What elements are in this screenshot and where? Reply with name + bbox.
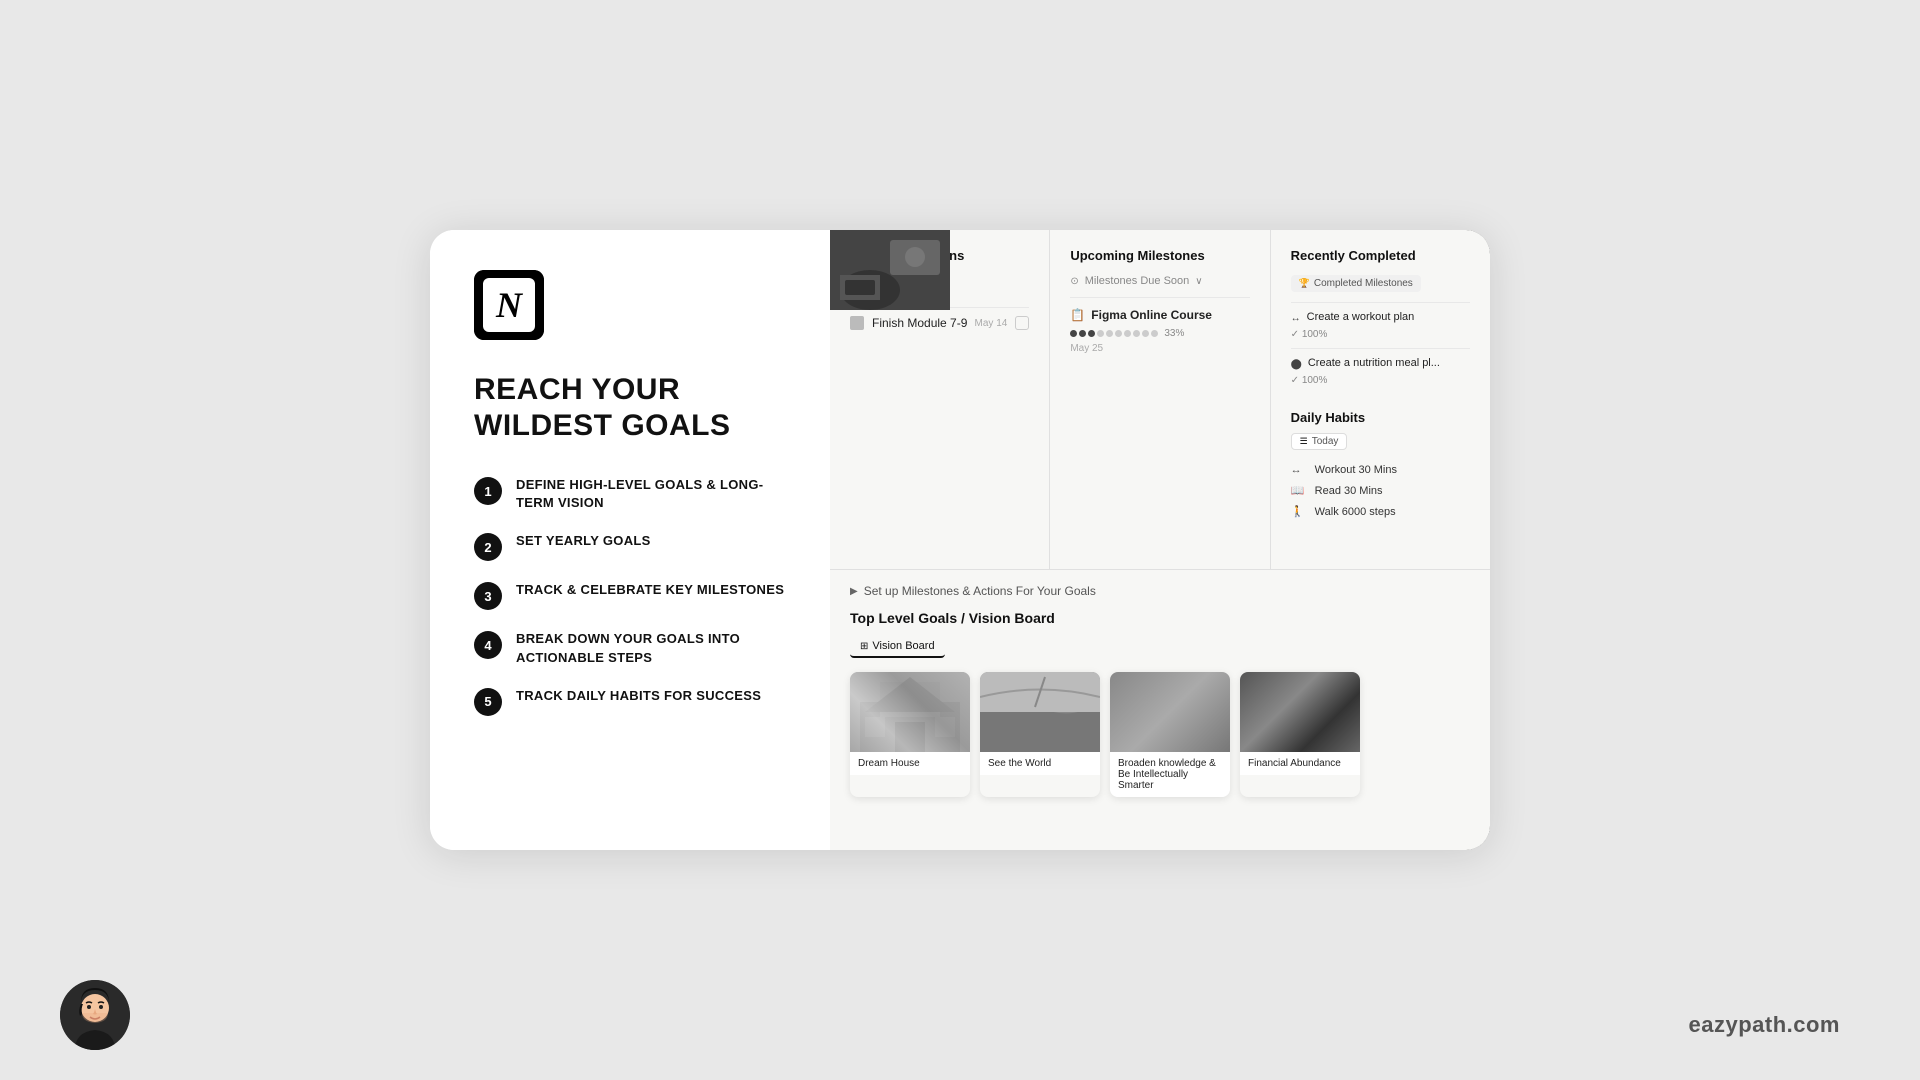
milestones-header: Upcoming Milestones — [1070, 248, 1249, 263]
step-number-5: 5 — [474, 688, 502, 716]
vision-img-see-world — [980, 672, 1100, 752]
habit-item-2: 📖 Read 30 Mins — [1291, 480, 1470, 501]
today-tag-text: Today — [1312, 436, 1339, 447]
main-card: N REACH YOUR WILDEST GOALS 1 DEFINE HIGH… — [430, 230, 1490, 850]
website-text: eazypath.com — [1689, 1012, 1841, 1038]
avatar — [60, 980, 130, 1050]
step-text-2: SET YEARLY GOALS — [516, 532, 651, 550]
step-item-1: 1 DEFINE HIGH-LEVEL GOALS & LONG-TERM VI… — [474, 476, 786, 512]
vision-card-financial[interactable]: Financial Abundance — [1240, 672, 1360, 797]
milestone-date: May 25 — [1070, 343, 1249, 354]
step-text-3: TRACK & CELEBRATE KEY MILESTONES — [516, 581, 784, 599]
completed-pct-1: ✓ 100% — [1291, 329, 1470, 340]
step-item-4: 4 BREAK DOWN YOUR GOALS INTO ACTIONABLE … — [474, 630, 786, 666]
completed-tag-text: Completed Milestones — [1314, 278, 1413, 289]
walk-icon: 🚶 — [1291, 505, 1307, 518]
vision-card-see-world[interactable]: See the World — [980, 672, 1100, 797]
workout-icon: ↔ — [1291, 464, 1307, 476]
action-checkbox[interactable] — [1015, 316, 1029, 330]
read-icon: 📖 — [1291, 484, 1307, 497]
recently-completed-col: Recently Completed 🏆 Completed Milestone… — [1271, 230, 1490, 569]
vision-img-knowledge — [1110, 672, 1230, 752]
avatar-svg — [60, 980, 130, 1050]
today-tag[interactable]: ☰ Today — [1291, 433, 1348, 450]
step-number-1: 1 — [474, 477, 502, 505]
vision-label-knowledge: Broaden knowledge & Be Intellectually Sm… — [1110, 752, 1230, 797]
action-item: Finish Module 7-9 May 14 — [850, 307, 1029, 338]
habit-text-3: Walk 6000 steps — [1315, 506, 1396, 518]
vision-img-dream-house — [850, 672, 970, 752]
progress-pct: 33% — [1164, 328, 1184, 339]
vision-label-financial: Financial Abundance — [1240, 752, 1360, 775]
step-number-2: 2 — [474, 533, 502, 561]
progress-dots — [1070, 330, 1158, 337]
left-panel: N REACH YOUR WILDEST GOALS 1 DEFINE HIGH… — [430, 230, 830, 850]
toggle-text: Set up Milestones & Actions For Your Goa… — [864, 584, 1096, 598]
steps-list: 1 DEFINE HIGH-LEVEL GOALS & LONG-TERM VI… — [474, 476, 786, 716]
vision-img-financial — [1240, 672, 1360, 752]
habit-item-1: ↔ Workout 30 Mins — [1291, 460, 1470, 480]
action-name: Finish Module 7-9 — [872, 316, 967, 330]
notion-dashboard: Upcoming Actions Finish Module 7-9 — [830, 230, 1490, 850]
daily-habits-section: Daily Habits ☰ Today ↔ Workout 30 Mins 📖 — [1291, 410, 1470, 522]
step-number-4: 4 — [474, 631, 502, 659]
habit-text-1: Workout 30 Mins — [1315, 464, 1397, 476]
notion-logo: N — [474, 270, 544, 340]
step-item-5: 5 TRACK DAILY HABITS FOR SUCCESS — [474, 687, 786, 716]
completed-name-1: Create a workout plan — [1307, 311, 1415, 323]
step-item-2: 2 SET YEARLY GOALS — [474, 532, 786, 561]
milestone-name: Figma Online Course — [1091, 308, 1212, 322]
daily-habits-header: Daily Habits — [1291, 410, 1470, 425]
vision-section-title: Top Level Goals / Vision Board — [850, 610, 1470, 626]
completed-item-2: ⬤ Create a nutrition meal pl... ✓ 100% — [1291, 348, 1470, 394]
habit-item-3: 🚶 Walk 6000 steps — [1291, 501, 1470, 522]
svg-text:N: N — [495, 285, 524, 325]
vision-gallery: Dream House — [850, 672, 1470, 797]
step-text-4: BREAK DOWN YOUR GOALS INTO ACTIONABLE ST… — [516, 630, 786, 666]
completed-header: Recently Completed — [1291, 248, 1470, 263]
vision-card-dream-house[interactable]: Dream House — [850, 672, 970, 797]
action-avatar — [850, 316, 864, 330]
milestone-item: 📋 Figma Online Course — [1070, 297, 1249, 364]
completed-pct-2: ✓ 100% — [1291, 375, 1470, 386]
milestone-icon: 📋 — [1070, 308, 1085, 322]
completed-tag: 🏆 Completed Milestones — [1291, 275, 1421, 292]
toggle-row[interactable]: ▶ Set up Milestones & Actions For Your G… — [850, 584, 1470, 598]
view-tabs: ⊞ Vision Board — [850, 636, 1470, 658]
notion-bottom-section: ▶ Set up Milestones & Actions For Your G… — [830, 570, 1490, 811]
completed-name-2: Create a nutrition meal pl... — [1308, 357, 1440, 369]
upcoming-milestones-col: Upcoming Milestones ⊙ Milestones Due Soo… — [1050, 230, 1270, 569]
tab-vision-board[interactable]: ⊞ Vision Board — [850, 636, 945, 658]
avatar-container — [60, 980, 130, 1050]
step-number-3: 3 — [474, 582, 502, 610]
vision-card-knowledge[interactable]: Broaden knowledge & Be Intellectually Sm… — [1110, 672, 1230, 797]
step-text-1: DEFINE HIGH-LEVEL GOALS & LONG-TERM VISI… — [516, 476, 786, 512]
right-panel: Upcoming Actions Finish Module 7-9 — [830, 230, 1490, 850]
milestones-filter[interactable]: ⊙ Milestones Due Soon ∨ — [1070, 275, 1249, 287]
action-date: May 14 — [975, 318, 1008, 329]
page-heading: REACH YOUR WILDEST GOALS — [474, 372, 786, 444]
step-item-3: 3 TRACK & CELEBRATE KEY MILESTONES — [474, 581, 786, 610]
habit-text-2: Read 30 Mins — [1315, 485, 1383, 497]
completed-item-1: ↔ Create a workout plan ✓ 100% — [1291, 302, 1470, 348]
toggle-icon: ▶ — [850, 586, 858, 597]
vision-label-see-world: See the World — [980, 752, 1100, 775]
notion-logo-svg: N — [474, 270, 544, 340]
vision-label-dream-house: Dream House — [850, 752, 970, 775]
step-text-5: TRACK DAILY HABITS FOR SUCCESS — [516, 687, 761, 705]
